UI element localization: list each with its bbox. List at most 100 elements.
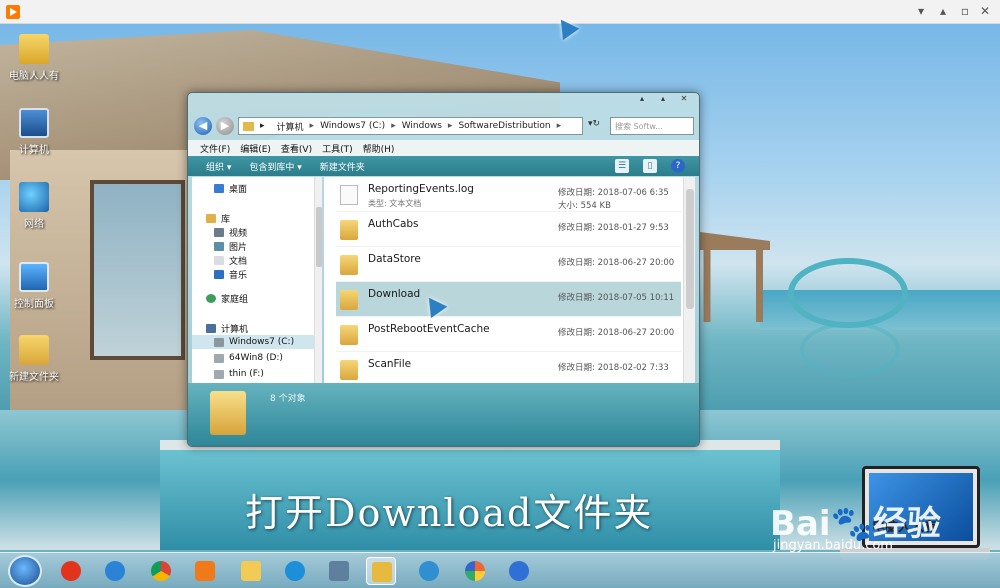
nav-item-desktop[interactable]: 桌面 — [192, 181, 314, 195]
view-options-icon[interactable]: ☰ — [615, 159, 629, 173]
help-icon[interactable]: ? — [671, 159, 685, 173]
nav-scrollbar[interactable] — [314, 177, 322, 383]
file-row[interactable]: ReportingEvents.log 类型: 文本文档 修改日期: 2018-… — [336, 177, 681, 212]
window-controls: ▴ ▴ ✕ — [633, 94, 693, 106]
folder-yellow-icon[interactable] — [236, 557, 266, 585]
file-row-selected[interactable]: Download 修改日期: 2018-07-05 10:11 — [336, 282, 681, 317]
explorer-window[interactable]: ▴ ▴ ✕ ◀ ▶ ▸ 计算机 ▸ Windows7 (C:) ▸ Window… — [187, 92, 700, 447]
file-name: AuthCabs — [368, 218, 419, 230]
villa-window — [90, 180, 185, 360]
menu-help[interactable]: 帮助(H) — [363, 142, 395, 155]
monitor-icon[interactable] — [324, 557, 354, 585]
nav-scroll-thumb[interactable] — [316, 207, 322, 267]
menu-view[interactable]: 查看(V) — [281, 142, 312, 155]
chevron-down-icon[interactable]: ▾ — [912, 2, 930, 20]
nav-item-library[interactable]: 库 — [192, 211, 314, 225]
tutorial-caption: 打开Download文件夹 — [245, 491, 654, 535]
media-icon[interactable] — [190, 557, 220, 585]
nav-item-drive-d[interactable]: 64Win8 (D:) — [192, 351, 314, 365]
network-icon — [19, 182, 49, 212]
refresh-icon[interactable]: ▾↻ — [588, 119, 600, 129]
nav-item-label: 桌面 — [229, 184, 248, 195]
organize-button[interactable]: 组织 ▾ — [206, 160, 231, 173]
new-folder-button[interactable]: 新建文件夹 — [320, 160, 365, 173]
file-scrollbar[interactable] — [683, 177, 695, 383]
desktop-icon-network[interactable]: 网络 — [2, 182, 66, 230]
desktop-icon-user-folder[interactable]: 电脑人人有 — [2, 34, 66, 82]
nav-item-videos[interactable]: 视频 — [192, 225, 314, 239]
ie-icon[interactable] — [100, 557, 130, 585]
file-scroll-thumb[interactable] — [686, 189, 694, 309]
start-icon[interactable] — [8, 555, 42, 587]
breadcrumb-separator-icon: ▸ — [309, 121, 315, 131]
nav-item-drive-f[interactable]: thin (F:) — [192, 367, 314, 381]
breadcrumb-drive-c[interactable]: Windows7 (C:) — [320, 121, 385, 131]
nav-item-computer[interactable]: 计算机 — [192, 321, 314, 335]
close-icon[interactable]: ✕ — [976, 2, 994, 20]
breadcrumb-separator-icon: ▸ — [556, 121, 562, 131]
pinwheel-icon[interactable] — [414, 557, 444, 585]
nav-item-drive-c[interactable]: Windows7 (C:) — [192, 335, 314, 349]
folder-icon — [340, 290, 358, 310]
maximize-icon[interactable]: ▴ — [654, 94, 672, 106]
player-title-bar: ▾ ▴ ▫ ✕ — [0, 0, 1000, 24]
drive-icon — [214, 353, 224, 363]
minimize-icon[interactable]: ▴ — [633, 94, 651, 106]
desktop-icon-control-panel[interactable]: 控制面板 — [2, 262, 66, 310]
breadcrumb-separator-icon: ▸ — [391, 121, 396, 131]
file-name: ScanFile — [368, 358, 412, 370]
settings-icon[interactable] — [504, 557, 534, 585]
app-red-icon[interactable] — [56, 557, 86, 585]
address-bar[interactable]: ▸ 计算机 ▸ Windows7 (C:) ▸ Windows ▸ Softwa… — [238, 117, 583, 135]
nav-item-homegroup[interactable]: 家庭组 — [192, 291, 314, 305]
nav-item-label: 图片 — [229, 242, 248, 253]
include-in-library-button[interactable]: 包含到库中 ▾ — [249, 160, 301, 173]
file-row[interactable]: DataStore 修改日期: 2018-06-27 20:00 — [336, 247, 681, 282]
breadcrumb-computer[interactable]: 计算机 — [277, 120, 304, 133]
breadcrumb-softwaredistribution[interactable]: SoftwareDistribution — [458, 121, 550, 131]
preview-pane-icon[interactable]: ▯ — [643, 159, 657, 173]
file-row[interactable]: ScanFile 修改日期: 2018-02-02 7:33 — [336, 352, 681, 383]
address-separator-icon: ▸ — [260, 121, 265, 131]
music-icon — [214, 269, 224, 279]
command-bar: 组织 ▾ 包含到库中 ▾ 新建文件夹 ☰ ▯ ? — [188, 156, 699, 176]
video-icon — [214, 227, 224, 237]
folder-icon — [340, 220, 358, 240]
file-row[interactable]: PostRebootEventCache 修改日期: 2018-06-27 20… — [336, 317, 681, 352]
nav-item-label: 家庭组 — [221, 294, 249, 305]
close-icon[interactable]: ✕ — [675, 94, 693, 106]
nav-item-documents[interactable]: 文档 — [192, 253, 314, 267]
breadcrumb-windows[interactable]: Windows — [402, 121, 442, 131]
breadcrumb-separator-icon: ▸ — [447, 121, 453, 131]
file-row[interactable]: AuthCabs 修改日期: 2018-01-27 9:53 — [336, 212, 681, 247]
ring-reflection — [800, 322, 900, 377]
computer-icon — [19, 108, 49, 138]
file-date: 修改日期: 2018-01-27 9:53 — [558, 223, 669, 233]
chevron-up-icon[interactable]: ▴ — [934, 2, 952, 20]
picture-icon — [214, 241, 224, 251]
menu-file[interactable]: 文件(F) — [200, 142, 230, 155]
search-input[interactable]: 搜索 Softw... — [610, 117, 694, 135]
forward-button[interactable]: ▶ — [216, 117, 234, 135]
folder-icon — [210, 391, 246, 435]
explorer-icon[interactable] — [366, 557, 396, 585]
nav-item-label: 库 — [221, 214, 231, 225]
nav-item-music[interactable]: 音乐 — [192, 267, 314, 281]
menu-tools[interactable]: 工具(T) — [322, 142, 353, 155]
navigation-row: ◀ ▶ ▸ 计算机 ▸ Windows7 (C:) ▸ Windows ▸ So… — [194, 115, 694, 137]
desktop-icon-new-folder[interactable]: 新建文件夹 — [2, 335, 66, 383]
back-button[interactable]: ◀ — [194, 117, 212, 135]
desktop-icon — [214, 183, 224, 193]
chrome-icon[interactable] — [146, 557, 176, 585]
file-size: 大小: 554 KB — [558, 201, 611, 211]
folder-icon — [340, 360, 358, 380]
browser-icon[interactable] — [280, 557, 310, 585]
paint-icon[interactable] — [460, 557, 490, 585]
file-type: 类型: 文本文档 — [368, 199, 422, 208]
nav-item-label: 音乐 — [229, 270, 248, 281]
menu-edit[interactable]: 编辑(E) — [240, 142, 271, 155]
item-count: 8 个对象 — [270, 394, 306, 404]
restore-icon[interactable]: ▫ — [956, 2, 974, 20]
desktop-icon-computer[interactable]: 计算机 — [2, 108, 66, 156]
nav-item-pictures[interactable]: 图片 — [192, 239, 314, 253]
